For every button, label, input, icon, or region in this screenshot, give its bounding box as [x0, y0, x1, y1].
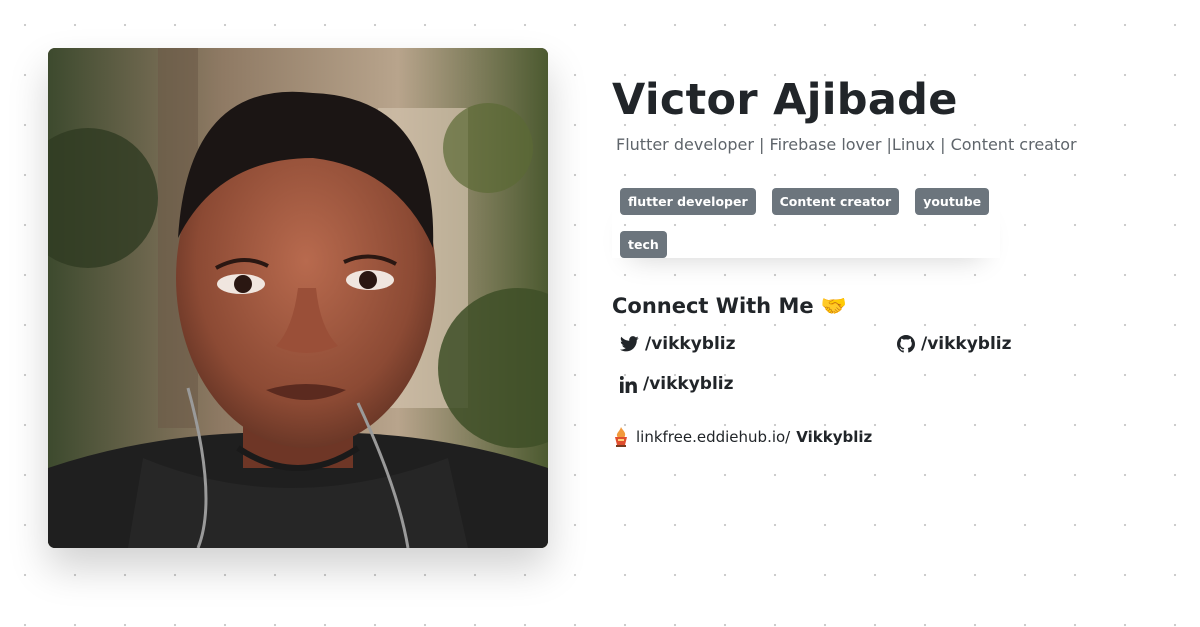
github-handle: /vikkybliz — [921, 334, 1012, 354]
linkfree-logo-icon — [615, 427, 627, 447]
profile-bio: Flutter developer | Firebase lover |Linu… — [616, 135, 1077, 154]
github-link[interactable]: /vikkybliz — [897, 332, 1174, 356]
linkedin-link[interactable]: /vikkybliz — [620, 372, 897, 396]
tag-flutter-developer[interactable]: flutter developer — [620, 188, 756, 215]
linkfree-username: Vikkybliz — [796, 428, 873, 446]
twitter-handle: /vikkybliz — [645, 334, 736, 354]
profile-photo-illustration — [48, 48, 548, 548]
connect-heading: Connect With Me 🤝 — [612, 292, 1172, 320]
linkfree-url[interactable]: linkfree.eddiehub.io/Vikkybliz — [612, 426, 1172, 448]
tag-tech[interactable]: tech — [620, 231, 667, 258]
profile-info: Victor Ajibade Flutter developer | Fireb… — [612, 74, 1172, 448]
tag-youtube[interactable]: youtube — [915, 188, 990, 215]
linkfree-domain: linkfree.eddiehub.io/ — [636, 428, 791, 446]
handshake-icon: 🤝 — [820, 294, 848, 318]
profile-photo — [48, 48, 548, 548]
linkedin-handle: /vikkybliz — [643, 374, 734, 394]
connect-heading-text: Connect With Me — [612, 294, 814, 318]
profile-name: Victor Ajibade — [612, 75, 958, 125]
linkedin-icon — [620, 375, 637, 393]
twitter-link[interactable]: /vikkybliz — [620, 332, 897, 356]
tag-content-creator[interactable]: Content creator — [771, 188, 900, 215]
github-icon — [897, 335, 915, 353]
twitter-icon — [620, 336, 639, 352]
social-links: /vikkybliz /vikkybliz /vikkybliz — [612, 332, 1172, 396]
tag-list: flutter developer Content creator youtub… — [612, 188, 1000, 258]
